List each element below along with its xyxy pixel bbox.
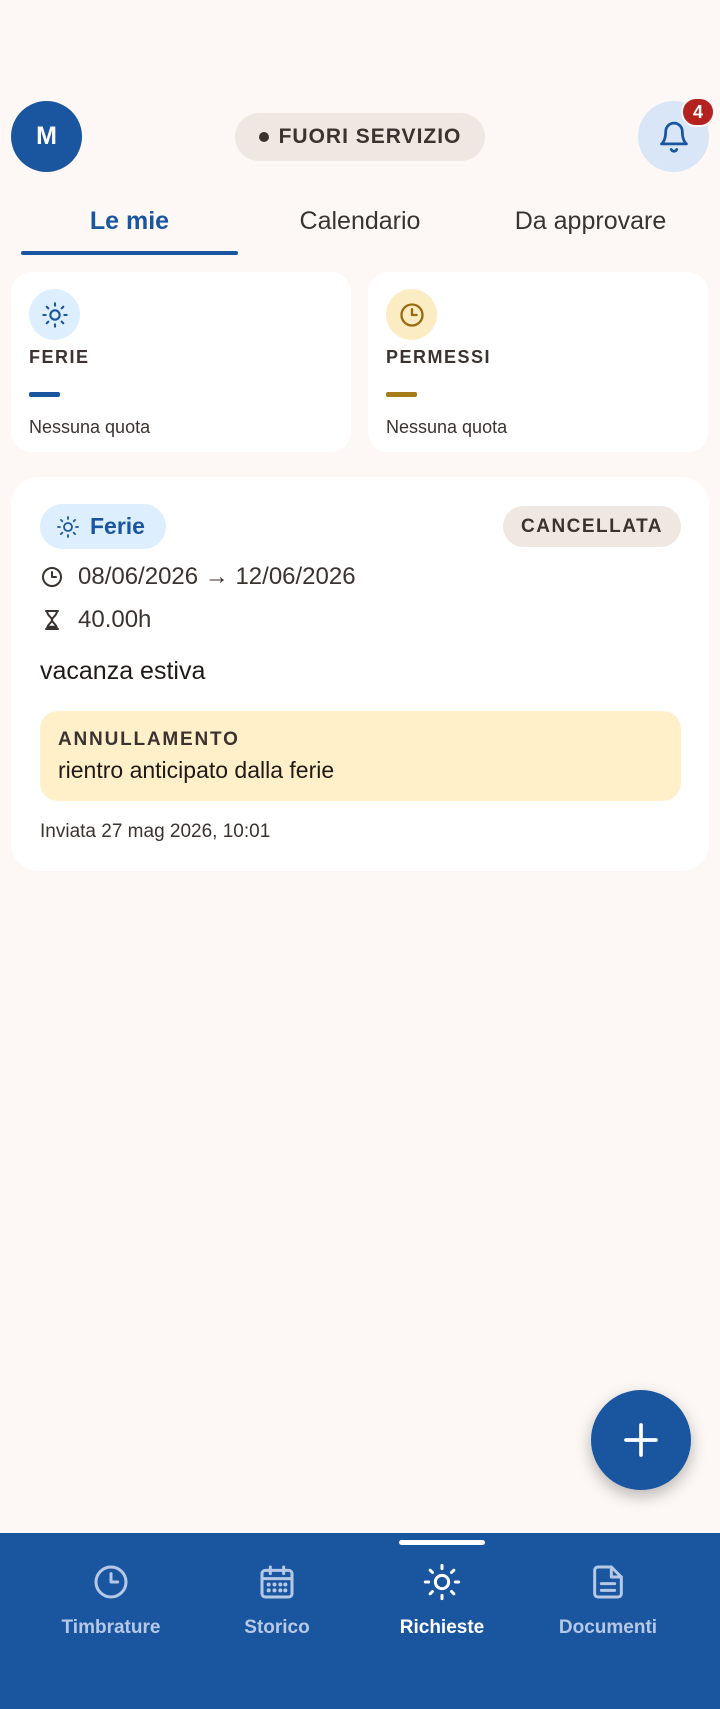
document-icon	[593, 1565, 623, 1599]
quota-bar	[29, 392, 60, 397]
status-label: FUORI SERVIZIO	[278, 125, 462, 148]
tab-le-mie[interactable]: Le mie	[21, 196, 238, 246]
nav-item-documenti[interactable]: Documenti	[525, 1557, 691, 1639]
quota-title: PERMESSI	[386, 347, 492, 367]
cancellation-label: ANNULLAMENTO	[58, 729, 240, 750]
request-sent-date: Inviata 27 mag 2026, 10:01	[40, 821, 271, 842]
quota-bar	[386, 392, 417, 397]
avatar-initial: M	[36, 122, 57, 150]
tab-calendario[interactable]: Calendario	[258, 196, 462, 246]
sun-icon	[423, 1563, 461, 1601]
request-reason: vacanza estiva	[40, 657, 206, 685]
quota-note: Nessuna quota	[386, 417, 508, 437]
request-card[interactable]: Ferie CANCELLATA 08/06/2026 → 12/06/2026…	[11, 477, 709, 871]
tab-le-mie-label: Le mie	[89, 206, 170, 235]
nav-item-storico[interactable]: Storico	[194, 1557, 360, 1639]
nav-item-richieste[interactable]: Richieste	[359, 1557, 525, 1639]
tab-bar: Le mie Calendario Da approvare	[0, 196, 720, 256]
nav-label: Storico	[244, 1617, 310, 1638]
request-type-label: Ferie	[90, 513, 145, 539]
request-state-label: CANCELLATA	[521, 515, 663, 537]
nav-label: Documenti	[558, 1617, 658, 1638]
tab-da-approvare[interactable]: Da approvare	[482, 196, 699, 246]
bottom-nav: Timbrature Storico Richieste Documenti	[0, 1533, 720, 1709]
cancellation-box: ANNULLAMENTO rientro anticipato dalla fe…	[40, 711, 681, 801]
status-dot	[258, 132, 269, 142]
nav-active-indicator	[399, 1540, 485, 1545]
notification-count: 4	[692, 101, 703, 122]
add-request-button[interactable]	[591, 1390, 691, 1490]
cancellation-text: rientro anticipato dalla ferie	[58, 757, 335, 783]
quota-card-ferie[interactable]: FERIE Nessuna quota	[11, 272, 351, 452]
clock-icon	[42, 567, 62, 587]
request-hours: 40.00h	[78, 606, 152, 633]
quota-title: FERIE	[29, 347, 90, 367]
request-hours-row: 40.00h	[40, 606, 151, 634]
notification-count-badge: 4	[681, 97, 715, 127]
request-type-chip: Ferie	[40, 504, 166, 549]
request-state-badge: CANCELLATA	[503, 506, 681, 547]
sun-icon	[57, 515, 79, 538]
tab-calendario-label: Calendario	[299, 206, 421, 235]
nav-item-timbrature[interactable]: Timbrature	[28, 1557, 194, 1639]
quota-permessi-icon-wrap	[386, 289, 437, 340]
quota-ferie-icon-wrap	[29, 289, 80, 340]
quota-note: Nessuna quota	[29, 417, 151, 437]
status-badge[interactable]: FUORI SERVIZIO	[235, 113, 485, 161]
clock-icon	[399, 302, 424, 327]
nav-label: Richieste	[399, 1617, 485, 1638]
avatar[interactable]: M	[11, 101, 82, 172]
tab-active-indicator	[21, 251, 238, 255]
request-dates-row: 08/06/2026 → 12/06/2026	[40, 563, 356, 591]
bell-icon	[659, 121, 688, 153]
clock-icon	[94, 1565, 128, 1599]
calendar-icon	[260, 1565, 294, 1599]
nav-label: Timbrature	[61, 1617, 161, 1638]
sun-icon	[41, 301, 68, 328]
plus-icon	[624, 1423, 658, 1457]
quota-card-permessi[interactable]: PERMESSI Nessuna quota	[368, 272, 708, 452]
tab-da-approvare-label: Da approvare	[514, 206, 667, 235]
hourglass-icon	[45, 610, 59, 630]
request-dates: 08/06/2026 → 12/06/2026	[78, 563, 356, 590]
